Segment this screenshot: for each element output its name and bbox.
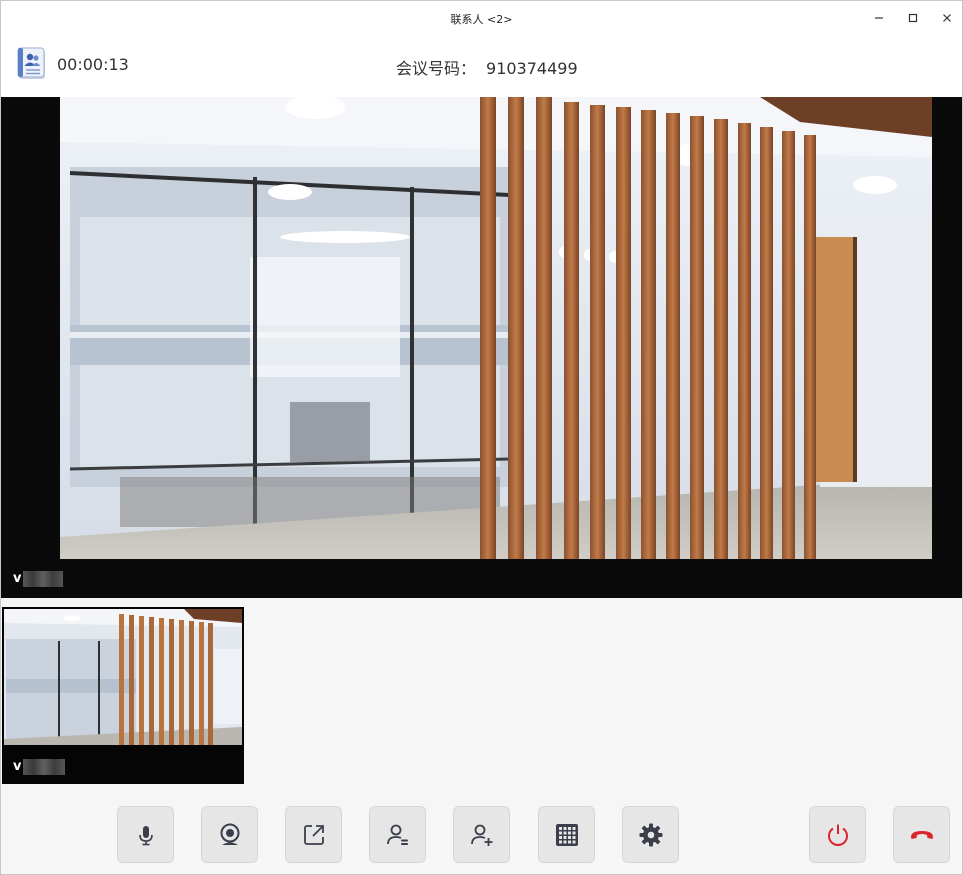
close-icon [943, 14, 951, 22]
maximize-button[interactable] [901, 7, 925, 29]
power-icon [827, 824, 848, 846]
settings-button[interactable] [622, 806, 679, 863]
maximize-icon [908, 13, 918, 23]
app-window: 联系人 <2> 00:00:13 会议号码： 910374499 v v [0, 0, 963, 875]
microphone-button[interactable] [117, 806, 174, 863]
share-icon [303, 824, 324, 845]
meeting-info-bar: 00:00:13 会议号码： 910374499 [1, 35, 962, 97]
layout-button[interactable] [538, 806, 595, 863]
thumbnail-participant-name: v [13, 759, 22, 774]
minimize-button[interactable] [867, 7, 891, 29]
gear-icon [639, 823, 662, 846]
thumbnail-video-feed [4, 609, 242, 745]
microphone-icon [138, 825, 153, 845]
participants-button[interactable] [369, 806, 426, 863]
thumbnail-name-redaction [23, 759, 65, 775]
camera-button[interactable] [201, 806, 258, 863]
meeting-number: 会议号码： 910374499 [396, 55, 578, 79]
meeting-number-value: 910374499 [486, 59, 578, 78]
webcam-icon [220, 823, 239, 845]
main-video-feed [60, 97, 932, 559]
title-bar: 联系人 <2> [1, 1, 962, 35]
main-video-panel[interactable]: v [1, 97, 962, 598]
grid-icon [555, 823, 578, 846]
participant-thumbnail[interactable]: v [2, 607, 244, 784]
share-screen-button[interactable] [285, 806, 342, 863]
phone-hangup-icon [910, 830, 933, 839]
user-add-icon [470, 824, 492, 846]
close-button[interactable] [935, 7, 959, 29]
window-title: 联系人 <2> [450, 13, 513, 26]
main-video-participant-name: v [13, 571, 22, 586]
end-meeting-button[interactable] [809, 806, 866, 863]
invite-button[interactable] [453, 806, 510, 863]
minimize-icon [875, 17, 883, 19]
meeting-number-label: 会议号码： [396, 59, 477, 78]
user-list-icon [386, 824, 408, 845]
contacts-app-icon [17, 47, 45, 79]
main-video-name-redaction [23, 571, 63, 587]
hang-up-button[interactable] [893, 806, 950, 863]
call-timer: 00:00:13 [57, 55, 129, 74]
